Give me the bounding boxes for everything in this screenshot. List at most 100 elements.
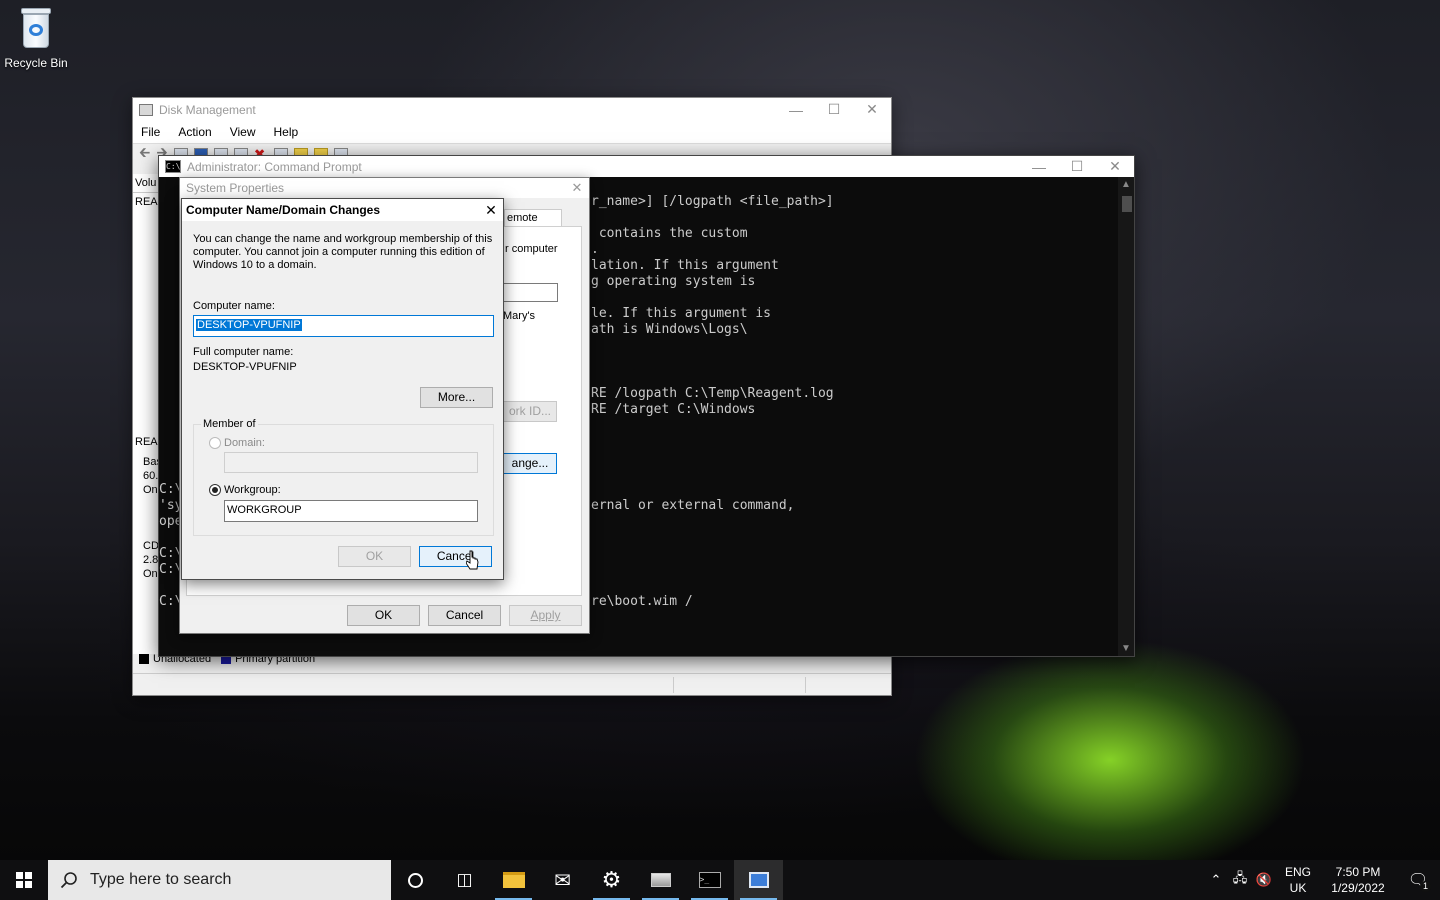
volume-fragment-9: REA [135, 436, 158, 448]
console-scrollbar[interactable]: ▲ ▼ [1118, 177, 1134, 656]
taskbar: Type here to search ◫ ✉ ⚙ >_ ⌃ 🖧 🔇 ENG U… [0, 860, 1440, 900]
tab-remote[interactable]: emote [504, 209, 562, 227]
console-line: lation. If this argument [591, 258, 779, 273]
domain-radio[interactable] [209, 437, 221, 449]
minimize-icon[interactable]: — [777, 98, 815, 121]
console-line: . [591, 242, 599, 257]
computer-name-input[interactable]: DESKTOP-VPUFNIP [193, 315, 494, 337]
console-line: ath is Windows\Logs\ [591, 322, 748, 337]
system-properties-title: System Properties [186, 181, 285, 195]
mail-icon: ✉ [554, 869, 571, 892]
disk-management-menubar: File Action View Help [133, 121, 891, 143]
menu-action[interactable]: Action [178, 125, 211, 139]
console-line: le. If this argument is [591, 306, 772, 321]
ok-button[interactable]: OK [347, 605, 420, 626]
command-prompt-taskbar-button[interactable]: >_ [685, 860, 734, 900]
full-computer-name-label: Full computer name: [193, 346, 294, 358]
workgroup-input[interactable]: WORKGROUP [224, 500, 478, 522]
disk0-status: On [143, 484, 158, 496]
cdrom-status: On [143, 568, 158, 580]
back-arrow-icon[interactable]: 🡰 [139, 142, 150, 166]
workgroup-radio[interactable] [209, 484, 221, 496]
network-id-button[interactable]: ork ID... [503, 401, 557, 422]
recycle-bin-shortcut[interactable]: Recycle Bin [4, 8, 68, 70]
windows-logo-icon [16, 872, 32, 888]
disk0-type: Bas [143, 456, 158, 468]
disk-volume-pane[interactable]: Volu REA REA Bas 60. On CD 2.8 On [133, 174, 159, 654]
close-icon[interactable]: ✕ [1096, 156, 1134, 177]
disk-management-titlebar[interactable]: Disk Management — ☐ ✕ [133, 98, 891, 121]
cdrom-type: CD [143, 540, 159, 552]
settings-button[interactable]: ⚙ [587, 860, 636, 900]
more-button[interactable]: More... [420, 387, 493, 408]
domain-input[interactable] [224, 452, 478, 473]
console-line: RE /target C:\Windows [591, 402, 756, 417]
change-button[interactable]: ange... [503, 453, 557, 474]
maximize-icon[interactable]: ☐ [815, 98, 853, 121]
volume-muted-icon[interactable]: 🔇 [1252, 872, 1276, 888]
mouse-cursor-icon [466, 550, 479, 570]
language-code: ENG [1284, 865, 1311, 879]
system-tray: ⌃ 🖧 🔇 ENG UK 7:50 PM 1/29/2022 🗨 1 [1204, 860, 1440, 900]
menu-file[interactable]: File [141, 125, 160, 139]
folder-icon [502, 872, 525, 888]
file-explorer-button[interactable] [489, 860, 538, 900]
computer-description-fragment: r computer [505, 243, 558, 255]
menu-view[interactable]: View [230, 125, 256, 139]
search-icon [60, 872, 77, 889]
command-prompt-title: Administrator: Command Prompt [187, 159, 362, 174]
minimize-icon[interactable]: — [1020, 156, 1058, 177]
action-center-button[interactable]: 🗨 1 [1396, 860, 1440, 900]
gear-icon: ⚙ [601, 867, 622, 892]
computer-name-label: Computer name: [193, 300, 275, 312]
clock-date: 1/29/2022 [1331, 881, 1385, 895]
scroll-thumb[interactable] [1122, 196, 1132, 212]
scroll-up-icon[interactable]: ▲ [1118, 179, 1134, 190]
maximize-icon[interactable]: ☐ [1058, 156, 1096, 177]
disk-management-statusbar [133, 673, 891, 695]
recycle-bin-icon [19, 8, 53, 50]
computer-name-dialog-title: Computer Name/Domain Changes [186, 203, 381, 217]
network-icon[interactable]: 🖧 [1228, 869, 1252, 891]
marys-fragment: Mary's [503, 310, 536, 322]
chevron-up-icon[interactable]: ⌃ [1204, 872, 1228, 888]
unallocated-swatch [139, 654, 149, 664]
clock[interactable]: 7:50 PM 1/29/2022 [1320, 864, 1396, 896]
console-line: r_name>] [/logpath <file_path>] [591, 194, 834, 209]
input-language[interactable]: ENG UK [1276, 864, 1320, 896]
system-properties-titlebar[interactable]: System Properties ✕ [180, 178, 589, 198]
clock-time: 7:50 PM [1335, 865, 1381, 879]
cancel-button[interactable]: Cancel [428, 605, 501, 626]
menu-help[interactable]: Help [274, 125, 299, 139]
console-line: ernal or external command, [591, 498, 795, 513]
computer-name-titlebar[interactable]: Computer Name/Domain Changes ✕ [182, 199, 503, 221]
mail-button[interactable]: ✉ [538, 860, 587, 900]
taskbar-search-box[interactable]: Type here to search [48, 860, 391, 900]
console-line: RE /logpath C:\Temp\Reagent.log [591, 386, 834, 401]
disk-management-icon [139, 103, 153, 116]
disk-management-taskbar-button[interactable] [636, 860, 685, 900]
domain-label: Domain: [224, 437, 265, 449]
close-icon[interactable]: ✕ [853, 98, 891, 121]
task-view-button[interactable]: ◫ [440, 860, 489, 900]
cdrom-size: 2.8 [143, 554, 159, 566]
apply-button[interactable]: Apply [509, 605, 582, 626]
system-properties-taskbar-button[interactable] [734, 860, 783, 900]
cortana-button[interactable] [391, 860, 440, 900]
full-computer-name-value: DESKTOP-VPUFNIP [193, 361, 297, 373]
console-line: contains the custom [591, 226, 748, 241]
ok-button[interactable]: OK [338, 546, 411, 567]
command-prompt-titlebar[interactable]: C:\ Administrator: Command Prompt — ☐ ✕ [159, 156, 1134, 177]
computer-name-dialog[interactable]: Computer Name/Domain Changes ✕ You can c… [181, 198, 504, 580]
start-button[interactable] [0, 860, 48, 900]
task-view-icon: ◫ [456, 870, 473, 889]
computer-icon [748, 872, 769, 888]
close-icon[interactable]: ✕ [565, 180, 589, 196]
console-line: g operating system is [591, 274, 756, 289]
cancel-button[interactable]: Cancel [419, 546, 492, 567]
close-icon[interactable]: ✕ [479, 202, 503, 219]
dialog-description: You can change the name and workgroup me… [193, 233, 493, 271]
volume-column-header[interactable]: Volu [133, 174, 158, 193]
scroll-down-icon[interactable]: ▼ [1118, 643, 1134, 654]
computer-description-input[interactable] [503, 283, 558, 302]
